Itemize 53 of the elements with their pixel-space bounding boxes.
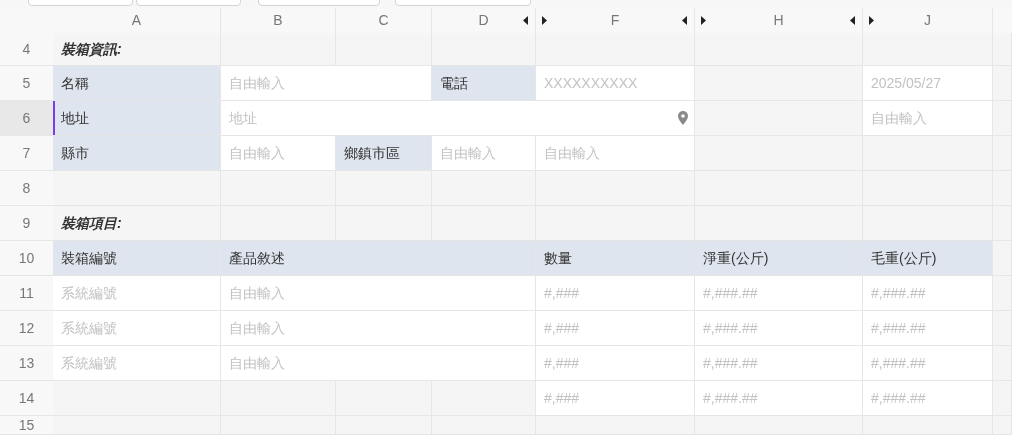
collapse-arrow-icon[interactable] — [850, 16, 855, 25]
input-field[interactable]: #,### — [536, 346, 694, 380]
input-field[interactable]: 2025/05/27 — [863, 66, 992, 100]
column-header[interactable]: H — [773, 10, 784, 31]
input-field[interactable]: 系統編號 — [53, 311, 220, 345]
field-label: 電話 — [432, 66, 536, 101]
input-field[interactable]: 自由輸入 — [432, 136, 535, 170]
section-title: 裝箱資訊: — [53, 33, 221, 66]
table-header: 淨重(公斤) — [695, 241, 863, 276]
expand-arrow-icon[interactable] — [869, 16, 874, 25]
table-header: 裝箱編號 — [53, 241, 221, 276]
expand-arrow-icon[interactable] — [701, 16, 706, 25]
table-header: 數量 — [536, 241, 695, 276]
row-number[interactable]: 6 — [0, 101, 53, 136]
input-field[interactable]: #,###.## — [695, 311, 862, 345]
field-label: 鄉鎮市區 — [336, 136, 432, 171]
input-field[interactable]: 自由輸入 — [221, 311, 535, 345]
field-label: 名稱 — [53, 66, 221, 101]
column-header[interactable]: C — [378, 10, 389, 31]
input-field[interactable]: 自由輸入 — [221, 346, 535, 380]
input-field[interactable]: #,###.## — [863, 381, 992, 415]
table-header: 產品敘述 — [221, 241, 536, 276]
input-field[interactable]: #,###.## — [695, 276, 862, 310]
collapse-arrow-icon[interactable] — [523, 16, 528, 25]
input-field[interactable]: #,### — [536, 381, 694, 415]
input-field[interactable]: #,###.## — [863, 311, 992, 345]
location-pin-icon[interactable] — [678, 111, 688, 125]
input-field[interactable]: #,### — [536, 276, 694, 310]
field-label: 縣市 — [53, 136, 221, 171]
input-field[interactable]: 系統編號 — [53, 346, 220, 380]
input-field[interactable]: 自由輸入 — [221, 276, 535, 310]
input-field[interactable]: #,###.## — [863, 276, 992, 310]
section-title: 裝箱項目: — [53, 206, 221, 241]
table-header: 毛重(公斤) — [863, 241, 993, 276]
column-header[interactable]: J — [924, 10, 931, 31]
field-label: 地址 — [53, 101, 221, 136]
column-header[interactable]: A — [131, 10, 142, 31]
input-field[interactable]: XXXXXXXXXX — [536, 66, 694, 100]
input-field[interactable]: #,###.## — [695, 346, 862, 380]
input-field[interactable]: 系統編號 — [53, 276, 220, 310]
input-field[interactable]: 自由輸入 — [221, 136, 335, 170]
input-field[interactable]: #,###.## — [695, 381, 862, 415]
column-header[interactable]: F — [610, 10, 620, 31]
input-field[interactable]: 自由輸入 — [863, 101, 992, 135]
input-field[interactable]: 自由輸入 — [221, 66, 431, 100]
expand-arrow-icon[interactable] — [542, 16, 547, 25]
address-field[interactable]: 地址 — [221, 101, 694, 135]
input-field[interactable]: #,###.## — [863, 346, 992, 380]
collapse-arrow-icon[interactable] — [682, 16, 687, 25]
input-field[interactable]: #,### — [536, 311, 694, 345]
column-header[interactable]: D — [478, 10, 489, 31]
input-field[interactable]: 自由輸入 — [536, 136, 694, 170]
column-header[interactable]: B — [273, 10, 283, 31]
